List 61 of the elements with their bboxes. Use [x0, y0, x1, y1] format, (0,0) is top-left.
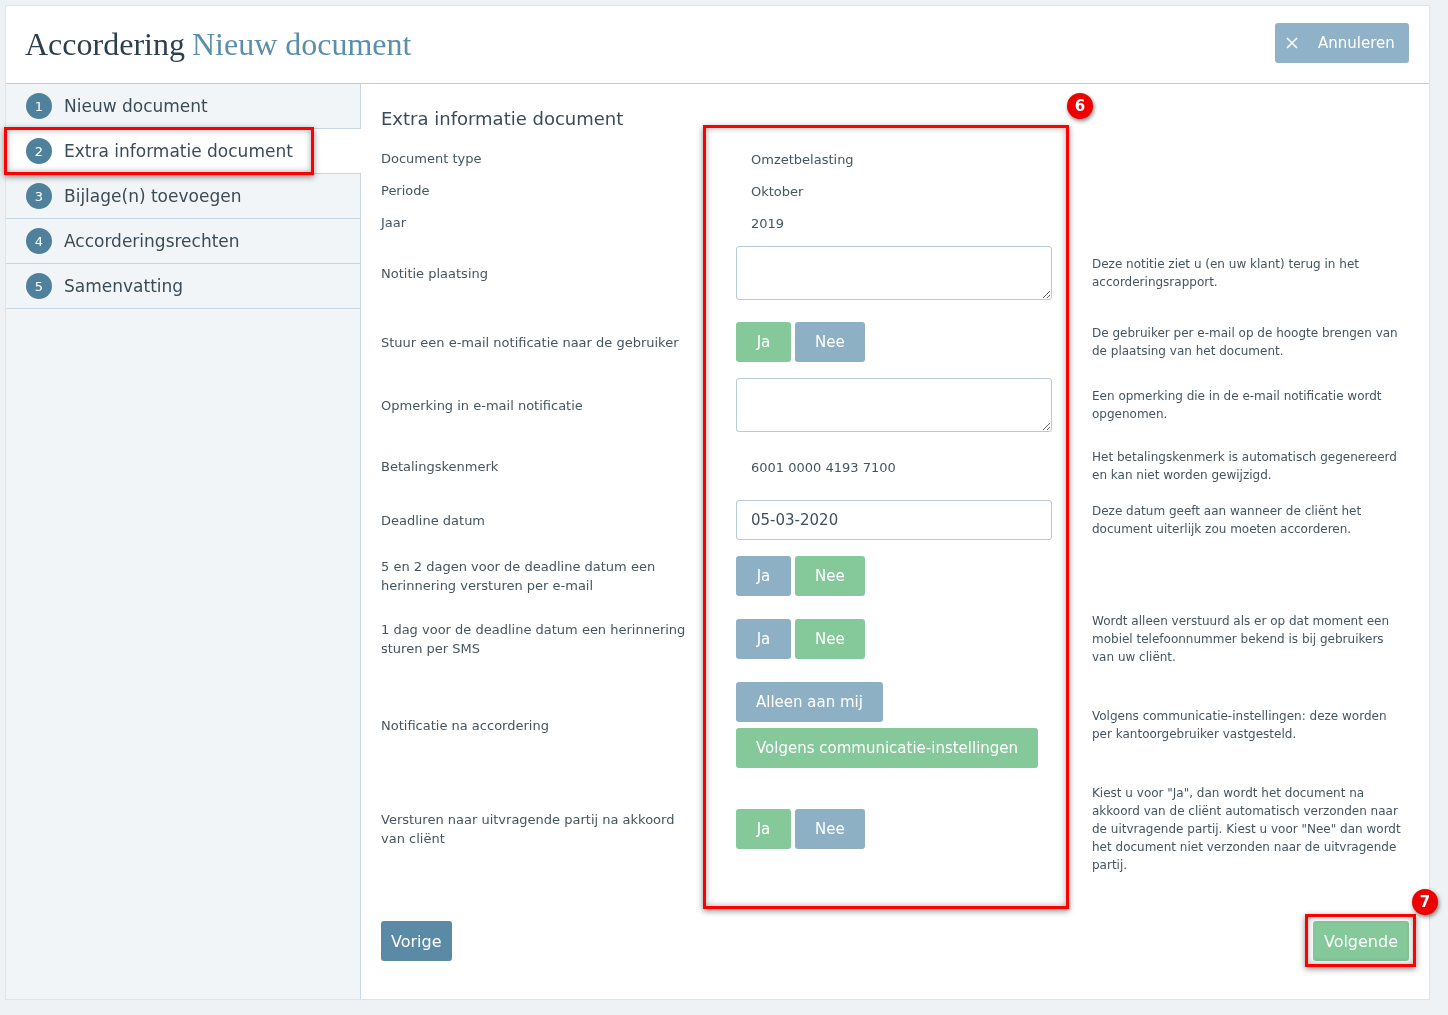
- cancel-button[interactable]: Annuleren: [1275, 23, 1409, 63]
- step-number: 1: [26, 93, 52, 119]
- field-label: Deadline datum: [381, 511, 487, 530]
- step-number: 4: [26, 228, 52, 254]
- field-label: Opmerking in e-mail notificatie: [381, 396, 584, 415]
- step-label: Samenvatting: [64, 276, 184, 296]
- help-text: Deze notitie ziet u (en uw klant) terug in het accorderingsrapport.: [1092, 256, 1360, 291]
- help-text: Deze datum geeft aan wanneer de cliënt het document uiterlijk zou moeten accorderen.: [1092, 503, 1363, 538]
- option-button[interactable]: Alleen aan mij: [736, 682, 883, 722]
- field-label: 5 en 2 dagen voor de deadline datum een herinnering versturen per e-mail: [381, 558, 657, 595]
- option-button[interactable]: Ja: [736, 809, 791, 849]
- step-label: Bijlage(n) toevoegen: [64, 186, 242, 206]
- field-label: Notitie plaatsing: [381, 264, 489, 283]
- close-icon: [1286, 37, 1298, 49]
- step-tab[interactable]: 2 Extra informatie document: [6, 129, 361, 174]
- help-text: Kiest u voor "Ja", dan wordt het document na akkoord van de cliënt automatisch verzonden naar de uitvragende partij. Kiest u voor "Nee" dan wordt het document niet verzonden naar de uitvragende partij.: [1092, 785, 1402, 874]
- option-button[interactable]: Nee: [795, 556, 865, 596]
- option-button[interactable]: Ja: [736, 556, 791, 596]
- field-label: Periode: [381, 181, 431, 200]
- option-button[interactable]: Nee: [795, 809, 865, 849]
- help-text: Volgens communicatie-instellingen: deze worden per kantoorgebruiker vastgesteld.: [1092, 708, 1388, 743]
- option-button[interactable]: Nee: [795, 322, 865, 362]
- step-label: Nieuw document: [64, 96, 208, 116]
- option-button[interactable]: Ja: [736, 322, 791, 362]
- step-number: 3: [26, 183, 52, 209]
- field-value: 6001 0000 4193 7100: [750, 459, 896, 475]
- help-text: De gebruiker per e-mail op de hoogte brengen van de plaatsing van het document.: [1092, 325, 1399, 360]
- field-label: Betalingskenmerk: [381, 457, 500, 476]
- callout-marker: 7: [1412, 889, 1438, 915]
- step-number: 2: [26, 138, 52, 164]
- callout-marker: 6: [1067, 93, 1093, 119]
- field-label: 1 dag voor de deadline datum een herinnering sturen per SMS: [381, 621, 687, 658]
- option-button[interactable]: Ja: [736, 619, 791, 659]
- step-label: Extra informatie document: [64, 141, 293, 161]
- step-tab[interactable]: 1 Nieuw document: [6, 84, 360, 129]
- option-button[interactable]: Volgens communicatie-instellingen: [736, 728, 1039, 768]
- help-text: Wordt alleen verstuurd als er op dat moment een mobiel telefoonnummer bekend is bij gebruikers van uw cliënt.: [1092, 613, 1391, 666]
- help-text: Een opmerking die in de e-mail notificatie wordt opgenomen.: [1092, 388, 1383, 423]
- step-tab[interactable]: 4 Accorderingsrechten: [6, 219, 360, 264]
- document-title: Nieuw document: [191, 26, 412, 63]
- field-label: Stuur een e-mail notificatie naar de gebruiker: [381, 333, 680, 352]
- next-button[interactable]: Volgende: [1312, 921, 1409, 961]
- step-number: 5: [26, 273, 52, 299]
- previous-button[interactable]: Vorige: [381, 921, 452, 961]
- field-label: Jaar: [381, 213, 408, 232]
- page-title: Accordering: [25, 26, 185, 63]
- field-value: 2019: [750, 215, 785, 231]
- text-area-field[interactable]: [736, 246, 1052, 300]
- option-button[interactable]: Nee: [795, 619, 865, 659]
- field-value: Omzetbelasting: [750, 151, 854, 167]
- section-title: Extra informatie document: [381, 107, 625, 131]
- field-value: Oktober: [750, 183, 804, 199]
- text-area-field[interactable]: [736, 378, 1052, 432]
- step-tab[interactable]: 5 Samenvatting: [6, 264, 360, 309]
- step-tab[interactable]: 3 Bijlage(n) toevoegen: [6, 174, 360, 219]
- field-label: Notificatie na accordering: [381, 716, 550, 735]
- field-label: Versturen naar uitvragende partij na akkoord van cliënt: [381, 811, 676, 848]
- step-label: Accorderingsrechten: [64, 231, 240, 251]
- field-label: Document type: [381, 149, 483, 168]
- date-field[interactable]: 05-03-2020: [736, 500, 1052, 540]
- help-text: Het betalingskenmerk is automatisch gegenereerd en kan niet worden gewijzigd.: [1092, 449, 1398, 484]
